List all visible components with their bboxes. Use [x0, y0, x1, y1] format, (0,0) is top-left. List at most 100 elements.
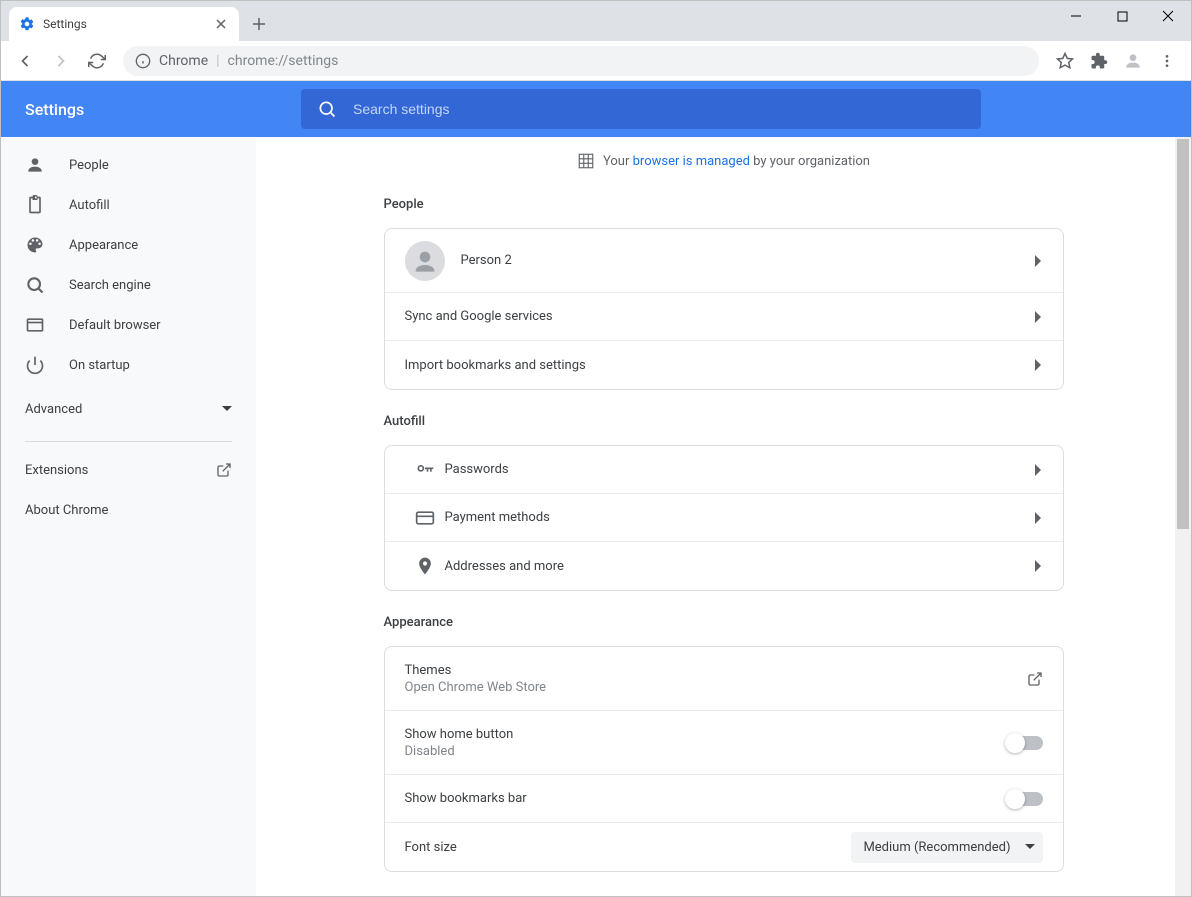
- back-button[interactable]: [9, 45, 41, 77]
- chevron-down-icon: [1025, 842, 1035, 852]
- bookmarks-bar-toggle[interactable]: [1007, 792, 1043, 806]
- palette-icon: [25, 235, 45, 255]
- search-icon: [317, 99, 337, 119]
- tab-title: Settings: [43, 17, 205, 31]
- sidebar-item-label: Autofill: [69, 198, 110, 213]
- font-size-row: Font size Medium (Recommended): [385, 823, 1063, 871]
- sidebar-item-about[interactable]: About Chrome: [1, 490, 256, 530]
- avatar: [405, 241, 445, 281]
- row-label: Font size: [405, 840, 852, 855]
- sidebar-item-appearance[interactable]: Appearance: [1, 225, 256, 265]
- font-size-dropdown[interactable]: Medium (Recommended): [851, 832, 1042, 863]
- banner-suffix: by your organization: [750, 154, 870, 169]
- payment-row[interactable]: Payment methods: [385, 494, 1063, 542]
- omnibox-url: chrome://settings: [228, 53, 339, 69]
- location-icon: [405, 556, 445, 576]
- key-icon: [405, 460, 445, 480]
- search-input[interactable]: [353, 101, 965, 117]
- gear-icon: [19, 16, 35, 32]
- omnibox-secure-label: Chrome: [159, 53, 208, 69]
- sidebar-item-on-startup[interactable]: On startup: [1, 345, 256, 385]
- row-sublabel: Disabled: [405, 744, 1007, 759]
- divider: [25, 441, 232, 442]
- dropdown-value: Medium (Recommended): [863, 840, 1010, 855]
- window-controls: [1053, 1, 1191, 31]
- sidebar-item-label: People: [69, 158, 109, 173]
- sidebar-item-autofill[interactable]: Autofill: [1, 185, 256, 225]
- sidebar-item-extensions[interactable]: Extensions: [1, 450, 256, 490]
- sidebar-item-label: Search engine: [69, 278, 151, 293]
- menu-icon[interactable]: [1151, 45, 1183, 77]
- search-settings[interactable]: [301, 89, 981, 129]
- tab-strip: Settings: [1, 1, 1191, 41]
- sidebar-advanced[interactable]: Advanced: [1, 385, 256, 433]
- appearance-card: Themes Open Chrome Web Store Show home b…: [384, 646, 1064, 872]
- sidebar-item-search-engine[interactable]: Search engine: [1, 265, 256, 305]
- section-title-autofill: Autofill: [384, 414, 1064, 429]
- browser-toolbar: Chrome | chrome://settings: [1, 41, 1191, 81]
- row-label: Payment methods: [445, 510, 1035, 525]
- sidebar-advanced-label: Advanced: [25, 402, 82, 417]
- sync-row[interactable]: Sync and Google services: [385, 293, 1063, 341]
- scrollbar[interactable]: [1175, 137, 1191, 896]
- sidebar-item-default-browser[interactable]: Default browser: [1, 305, 256, 345]
- page-title: Settings: [25, 100, 301, 119]
- sidebar-item-people[interactable]: People: [1, 145, 256, 185]
- bookmarks-bar-row: Show bookmarks bar: [385, 775, 1063, 823]
- sidebar-item-label: Extensions: [25, 463, 88, 478]
- forward-button[interactable]: [45, 45, 77, 77]
- section-title-appearance: Appearance: [384, 615, 1064, 630]
- row-label: Addresses and more: [445, 559, 1035, 574]
- row-label: Sync and Google services: [405, 309, 1035, 324]
- power-icon: [25, 355, 45, 375]
- chevron-right-icon: [1035, 311, 1043, 323]
- chevron-down-icon: [222, 404, 232, 414]
- new-tab-button[interactable]: [245, 10, 273, 38]
- clipboard-icon: [25, 195, 45, 215]
- extensions-icon[interactable]: [1083, 45, 1115, 77]
- settings-header: Settings: [1, 81, 1191, 137]
- passwords-row[interactable]: Passwords: [385, 446, 1063, 494]
- external-link-icon: [216, 462, 232, 478]
- bookmark-star-icon[interactable]: [1049, 45, 1081, 77]
- close-icon[interactable]: [213, 16, 229, 32]
- chevron-right-icon: [1035, 464, 1043, 476]
- main-content: Your browser is managed by your organiza…: [256, 137, 1191, 896]
- section-title-people: People: [384, 197, 1064, 212]
- chevron-right-icon: [1035, 255, 1043, 267]
- profile-row[interactable]: Person 2: [385, 229, 1063, 293]
- person-icon: [25, 155, 45, 175]
- banner-link[interactable]: browser is managed: [633, 154, 750, 169]
- sidebar-item-label: Default browser: [69, 318, 161, 333]
- import-row[interactable]: Import bookmarks and settings: [385, 341, 1063, 389]
- addresses-row[interactable]: Addresses and more: [385, 542, 1063, 590]
- reload-button[interactable]: [81, 45, 113, 77]
- banner-prefix: Your: [603, 154, 633, 169]
- row-label: Passwords: [445, 462, 1035, 477]
- row-label: Show home button: [405, 727, 1007, 742]
- browser-tab[interactable]: Settings: [9, 7, 239, 41]
- chevron-right-icon: [1035, 359, 1043, 371]
- credit-card-icon: [405, 508, 445, 528]
- home-button-toggle[interactable]: [1007, 736, 1043, 750]
- external-link-icon: [1027, 671, 1043, 687]
- address-bar[interactable]: Chrome | chrome://settings: [123, 46, 1039, 76]
- chevron-right-icon: [1035, 560, 1043, 572]
- search-icon: [25, 275, 45, 295]
- people-card: Person 2 Sync and Google services Import…: [384, 228, 1064, 390]
- scrollbar-thumb[interactable]: [1177, 139, 1189, 529]
- minimize-button[interactable]: [1053, 1, 1099, 31]
- chevron-right-icon: [1035, 512, 1043, 524]
- profile-avatar-icon[interactable]: [1117, 45, 1149, 77]
- profile-name: Person 2: [461, 253, 1035, 268]
- sidebar-item-label: On startup: [69, 358, 130, 373]
- managed-banner: Your browser is managed by your organiza…: [384, 137, 1064, 185]
- row-sublabel: Open Chrome Web Store: [405, 680, 1027, 695]
- maximize-button[interactable]: [1099, 1, 1145, 31]
- site-info-icon[interactable]: [135, 53, 151, 69]
- close-window-button[interactable]: [1145, 1, 1191, 31]
- browser-icon: [25, 315, 45, 335]
- sidebar-item-label: Appearance: [69, 238, 138, 253]
- themes-row[interactable]: Themes Open Chrome Web Store: [385, 647, 1063, 711]
- autofill-card: Passwords Payment methods Addresses and …: [384, 445, 1064, 591]
